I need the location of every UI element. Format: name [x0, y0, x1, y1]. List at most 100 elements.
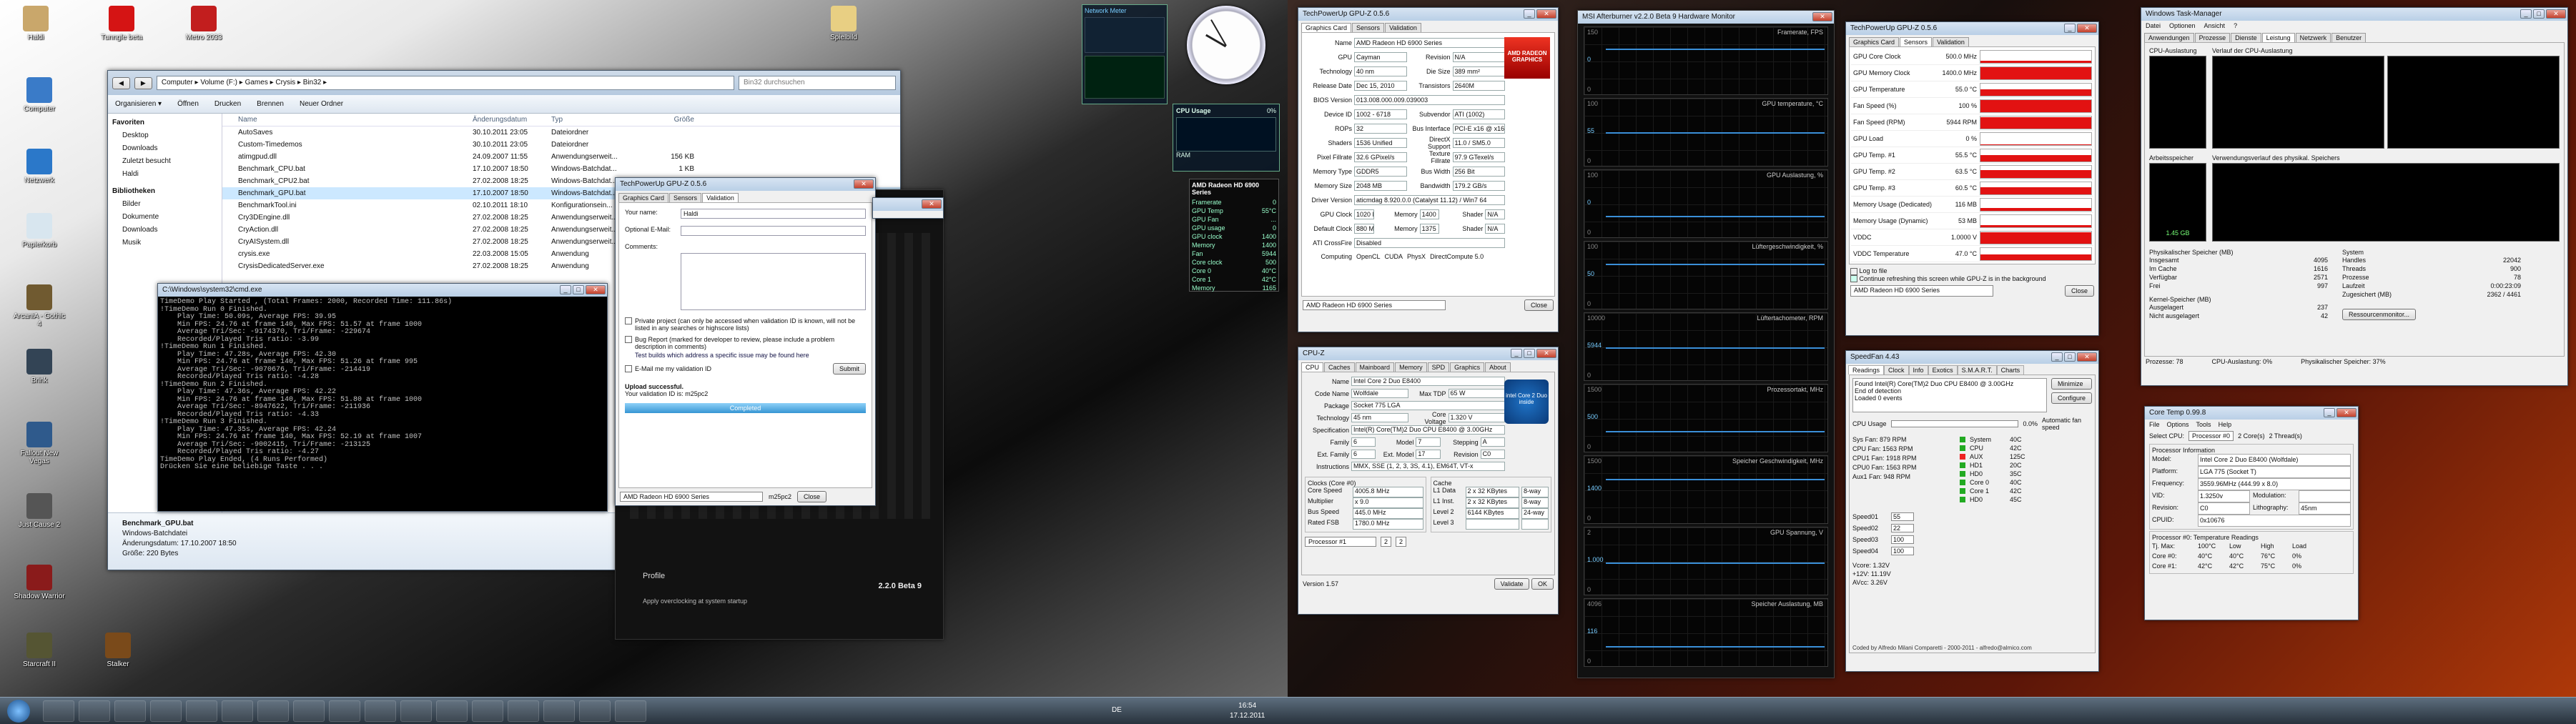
taskbar-opera-icon[interactable]: [293, 700, 325, 722]
minimize-button[interactable]: _: [1524, 9, 1535, 19]
organize-button[interactable]: Organisieren ▾: [115, 100, 162, 108]
nav-libraries[interactable]: Bibliotheken: [112, 185, 217, 198]
close-button[interactable]: ✕: [1536, 349, 1556, 358]
file-row[interactable]: Benchmark_CPU.bat 17.10.2007 18:50 Windows…: [222, 163, 900, 175]
print-button[interactable]: Drucken: [214, 100, 241, 108]
forward-button[interactable]: ▶: [134, 76, 152, 89]
taskbar-ie-icon[interactable]: [43, 700, 74, 722]
auto-fan-checkbox[interactable]: Automatic fan speed: [2042, 417, 2092, 431]
menu-help[interactable]: Help: [2219, 421, 2232, 428]
close-button[interactable]: ✕: [586, 285, 606, 294]
tab-sensors[interactable]: Sensors: [1900, 37, 1933, 46]
taskbar-app-icon[interactable]: [543, 700, 575, 722]
tab-applications[interactable]: Anwendungen: [2144, 33, 2194, 42]
device-select[interactable]: AMD Radeon HD 6900 Series: [620, 492, 763, 502]
address-bar[interactable]: Computer ▸ Volume (F:) ▸ Games ▸ Crysis …: [156, 76, 734, 90]
desktop-icon-spielbild[interactable]: Spielbild: [815, 6, 872, 41]
taskbar-app-icon[interactable]: [508, 700, 539, 722]
maximize-button[interactable]: □: [2064, 352, 2076, 362]
maximize-button[interactable]: □: [1524, 349, 1535, 358]
desktop-icon-stalker[interactable]: Stalker: [89, 633, 147, 668]
taskbar-app-icon[interactable]: [400, 700, 432, 722]
submit-button[interactable]: Submit: [832, 363, 866, 375]
comments-field[interactable]: [681, 253, 866, 310]
language-indicator[interactable]: DE: [1112, 706, 1122, 714]
nav-documents[interactable]: Dokumente: [112, 211, 217, 224]
select-cpu-dropdown[interactable]: Processor #0: [2188, 431, 2234, 441]
tab-charts[interactable]: Charts: [1996, 365, 2025, 375]
menu-tools[interactable]: Tools: [2196, 421, 2211, 428]
taskbar-app-icon[interactable]: [257, 700, 289, 722]
minimize-button[interactable]: _: [2324, 408, 2335, 417]
col-size[interactable]: Größe: [644, 114, 694, 126]
tab-users[interactable]: Benutzer: [2331, 33, 2367, 42]
back-button[interactable]: ◀: [112, 76, 130, 89]
tab-networking[interactable]: Netzwerk: [2295, 33, 2331, 42]
taskbar-app-icon[interactable]: [222, 700, 253, 722]
configure-button[interactable]: Configure: [2051, 392, 2092, 404]
col-date[interactable]: Änderungsdatum: [473, 114, 551, 126]
tab-cpu[interactable]: CPU: [1301, 362, 1324, 372]
directcompute-checkbox[interactable]: DirectCompute 5.0: [1430, 253, 1484, 260]
testbuild-link[interactable]: Test builds which address a specific iss…: [625, 352, 866, 359]
taskbar-steam-icon[interactable]: [114, 700, 146, 722]
device-select[interactable]: AMD Radeon HD 6900 Series: [1850, 285, 1993, 297]
menu-file[interactable]: Datei: [2146, 22, 2161, 29]
new-folder-button[interactable]: Neuer Ordner: [300, 100, 343, 108]
tab-performance[interactable]: Leistung: [2261, 33, 2295, 42]
tab-services[interactable]: Dienste: [2231, 33, 2261, 42]
tab-spd[interactable]: SPD: [1427, 362, 1450, 372]
search-input[interactable]: Bin32 durchsuchen: [739, 76, 896, 90]
desktop-icon-arcania[interactable]: ArcaniA - Gothic 4: [11, 284, 68, 328]
col-type[interactable]: Typ: [551, 114, 644, 126]
minimize-button[interactable]: _: [560, 285, 571, 294]
private-checkbox[interactable]: [625, 317, 632, 324]
tab-smart[interactable]: S.M.A.R.T.: [1957, 365, 1997, 375]
tab-mainboard[interactable]: Mainboard: [1355, 362, 1395, 372]
tab-memory[interactable]: Memory: [1395, 362, 1427, 372]
nav-recent[interactable]: Zuletzt besucht: [112, 155, 217, 168]
close-button[interactable]: ✕: [2077, 352, 2097, 362]
taskbar-explorer-icon[interactable]: [79, 700, 110, 722]
tab-graphics-card[interactable]: Graphics Card: [1849, 37, 1900, 46]
tab-about[interactable]: About: [1485, 362, 1511, 372]
start-button[interactable]: [7, 700, 30, 723]
tab-exotics[interactable]: Exotics: [1928, 365, 1958, 375]
nav-desktop[interactable]: Desktop: [112, 129, 217, 142]
close-button[interactable]: Close: [1524, 299, 1554, 311]
file-row[interactable]: atimgpud.dll 24.09.2007 11:55 Anwendungser…: [222, 151, 900, 163]
desktop-icon-haldi[interactable]: Haldi: [7, 6, 64, 41]
close-icon[interactable]: ✕: [922, 199, 942, 209]
desktop-icon-fallout[interactable]: Fallout New Vegas: [11, 422, 68, 465]
close-button[interactable]: Close: [2064, 285, 2094, 297]
close-button[interactable]: Close: [797, 491, 827, 502]
minimize-button[interactable]: _: [2051, 352, 2063, 362]
speed-stepper[interactable]: 100: [1891, 547, 1914, 555]
tab-readings[interactable]: Readings: [1848, 365, 1885, 375]
file-row[interactable]: AutoSaves 30.10.2011 23:05 Dateiordner: [222, 127, 900, 139]
minimize-button[interactable]: _: [2520, 9, 2532, 19]
continue-checkbox[interactable]: [1850, 275, 1857, 283]
desktop-icon-metro[interactable]: Metro 2033: [175, 6, 232, 41]
nav-favorites[interactable]: Favoriten: [112, 116, 217, 129]
menu-options[interactable]: Options: [2167, 421, 2189, 428]
desktop-icon-brink[interactable]: Brink: [11, 349, 68, 385]
speed-stepper[interactable]: 22: [1891, 524, 1914, 532]
tab-sensors[interactable]: Sensors: [1352, 23, 1385, 32]
startup-checkbox-label[interactable]: Apply overclocking at system startup: [643, 597, 747, 605]
taskbar-app-icon[interactable]: [472, 700, 503, 722]
speed-stepper[interactable]: 100: [1891, 535, 1914, 544]
taskbar-app-icon[interactable]: [329, 700, 360, 722]
nav-haldi[interactable]: Haldi: [112, 168, 217, 181]
desktop-icon-tunngle[interactable]: Tunngle beta: [93, 6, 150, 41]
taskbar-firefox-icon[interactable]: [150, 700, 182, 722]
close-icon[interactable]: ✕: [854, 179, 874, 189]
desktop-icon-network[interactable]: Netzwerk: [11, 149, 68, 184]
tab-validation[interactable]: Validation: [1385, 23, 1421, 32]
minimize-button[interactable]: Minimize: [2051, 378, 2092, 390]
nav-pictures[interactable]: Bilder: [112, 198, 217, 211]
desktop-icon-justcause[interactable]: Just Cause 2: [11, 493, 68, 529]
resource-monitor-button[interactable]: Ressourcenmonitor...: [2342, 309, 2417, 320]
email-field[interactable]: [681, 226, 866, 236]
tab-processes[interactable]: Prozesse: [2194, 33, 2231, 42]
